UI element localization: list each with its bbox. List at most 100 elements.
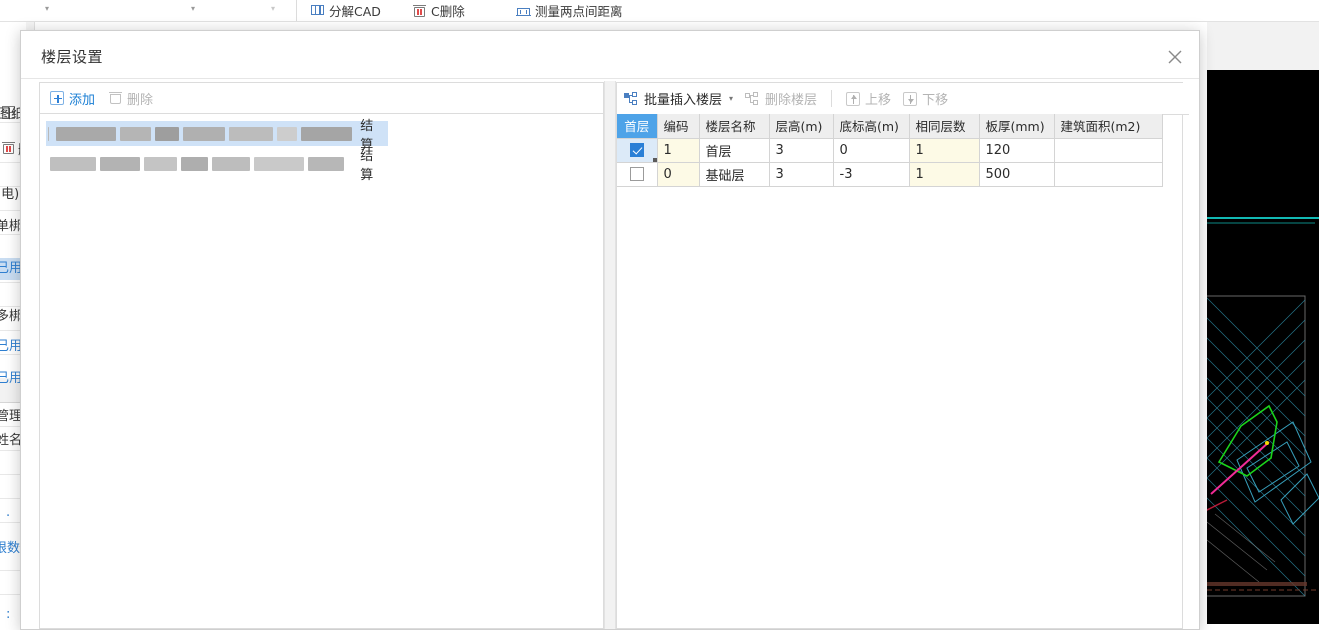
sidebar-item-8[interactable]: 管理 [0, 410, 22, 424]
sidebar-item-12[interactable]: : [6, 608, 10, 622]
redacted-block [276, 126, 298, 141]
column-header-base-elevation[interactable]: 底标高(m) [833, 114, 910, 139]
ribbon-toolbar: ▾ ▾ ▾ 分解CAD C删除 测量两点间距离 [0, 0, 1319, 22]
list-item[interactable]: 结算 [46, 149, 388, 183]
redacted-block [307, 156, 345, 171]
floor-table-toolbar: 批量插入楼层 ▾ 删除楼层 上移 下移 [617, 83, 1189, 115]
batch-insert-floor-label: 批量插入楼层 [644, 93, 723, 108]
c-delete-button[interactable]: C删除 [412, 0, 465, 21]
sidebar-item-11[interactable]: 根数 [0, 542, 20, 556]
cell-code[interactable]: 0 [657, 162, 700, 187]
chevron-down-icon[interactable]: ▾ [729, 94, 733, 103]
redacted-block [180, 156, 209, 171]
column-header-slab-thickness[interactable]: 板厚(mm) [979, 114, 1055, 139]
redacted-block [50, 156, 96, 171]
ribbon-caret-1[interactable]: ▾ [42, 4, 52, 14]
explode-cad-icon [310, 4, 325, 18]
redacted-block [55, 126, 117, 141]
explode-cad-button[interactable]: 分解CAD [310, 0, 381, 21]
redacted-block [155, 126, 180, 141]
project-list-pane: 添加 删除 结算 结算 [39, 82, 604, 629]
delete-floor-button: 删除楼层 [745, 89, 817, 108]
sidebar-item-7[interactable]: 已用 [0, 372, 22, 386]
sidebar-item-3[interactable]: 单梆 [0, 220, 22, 234]
redacted-block [99, 156, 140, 171]
column-header-floor-name[interactable]: 楼层名称 [699, 114, 770, 139]
ribbon-divider [296, 0, 297, 21]
plus-icon [50, 91, 64, 105]
selection-handle[interactable] [652, 157, 656, 161]
floor-table-container: 首层 编码 楼层名称 层高(m) 底标高(m) 相同层数 板厚(mm) 建筑面积… [617, 114, 1182, 187]
add-button[interactable]: 添加 [50, 89, 95, 108]
cell-base-elevation[interactable]: 0 [833, 138, 910, 163]
cell-floor-height[interactable]: 3 [769, 162, 834, 187]
cell-building-area[interactable] [1054, 138, 1163, 163]
measure-distance-icon [516, 4, 531, 18]
cad-viewport[interactable] [1207, 70, 1319, 624]
redacted-block [254, 156, 304, 171]
delete-icon [412, 4, 427, 18]
cell-slab-thickness[interactable]: 500 [979, 162, 1055, 187]
explode-cad-label: 分解CAD [329, 4, 381, 19]
sidebar-item-6[interactable]: 已用 [0, 340, 22, 354]
cell-slab-thickness[interactable]: 120 [979, 138, 1055, 163]
cad-drawing [1207, 70, 1319, 624]
floor-settings-dialog: 楼层设置 添加 删除 结算 结算 批量插入楼层 ▾ 删除楼层 上移 下移 首层 … [20, 30, 1200, 630]
sidebar-item-5[interactable]: 多梆 [0, 310, 22, 324]
measure-distance-label: 测量两点间距离 [535, 4, 623, 19]
project-list[interactable]: 结算 结算 [39, 114, 604, 629]
close-icon[interactable] [1161, 43, 1189, 71]
sidebar-item-2[interactable]: (电) [0, 188, 19, 202]
project-list-toolbar: 添加 删除 [39, 82, 604, 114]
sidebar-item-4[interactable]: 已用 [0, 262, 22, 276]
pane-splitter[interactable] [604, 81, 616, 629]
batch-insert-floor-button[interactable]: 批量插入楼层 ▾ [624, 89, 733, 108]
arrow-up-icon [846, 91, 861, 106]
list-item-tail: 结算 [360, 148, 374, 183]
arrow-down-icon [903, 91, 918, 106]
redacted-block [229, 126, 273, 141]
cell-building-area[interactable] [1054, 162, 1163, 187]
measure-distance-button[interactable]: 测量两点间距离 [516, 0, 623, 21]
c-delete-label: C删除 [431, 4, 465, 19]
first-floor-checkbox[interactable] [629, 143, 644, 157]
cell-same-floors[interactable]: 1 [909, 138, 980, 163]
delete-label: 删除 [127, 92, 154, 108]
cell-code[interactable]: 1 [657, 138, 700, 163]
column-header-floor-height[interactable]: 层高(m) [769, 114, 834, 139]
redacted-block [143, 156, 177, 171]
column-header-building-area[interactable]: 建筑面积(m2) [1054, 114, 1163, 139]
sidebar-item-9[interactable]: 姓名 [0, 434, 22, 448]
table-row[interactable]: 1 首层 3 0 1 120 [617, 138, 1163, 163]
ribbon-caret-3[interactable]: ▾ [268, 4, 278, 14]
move-up-label: 上移 [865, 93, 892, 108]
column-header-first-floor[interactable]: 首层 [617, 114, 658, 139]
trash-icon [109, 91, 123, 105]
redacted-block [120, 126, 152, 141]
redacted-block [183, 126, 226, 141]
table-header-row: 首层 编码 楼层名称 层高(m) 底标高(m) 相同层数 板厚(mm) 建筑面积… [617, 114, 1163, 139]
row-checkbox-cell[interactable] [617, 138, 658, 163]
column-header-same-floors[interactable]: 相同层数 [909, 114, 980, 139]
cell-same-floors[interactable]: 1 [909, 162, 980, 187]
move-down-button: 下移 [903, 89, 948, 108]
column-header-code[interactable]: 编码 [657, 114, 700, 139]
sidebar-item-10[interactable]: · [6, 510, 10, 524]
row-checkbox-cell[interactable] [617, 162, 658, 187]
list-item[interactable]: 结算 [46, 119, 388, 153]
batch-insert-floor-icon [624, 91, 639, 106]
sidebar-trash-icon [2, 142, 16, 156]
cell-floor-height[interactable]: 3 [769, 138, 834, 163]
first-floor-checkbox[interactable] [629, 167, 644, 181]
table-row[interactable]: 0 基础层 3 -3 1 500 [617, 162, 1163, 187]
redacted-block [48, 126, 49, 141]
dialog-title-divider [21, 78, 1199, 79]
cell-floor-name[interactable]: 基础层 [699, 162, 770, 187]
redacted-block [301, 126, 353, 141]
ribbon-caret-2[interactable]: ▾ [188, 4, 198, 14]
delete-floor-label: 删除楼层 [765, 93, 818, 108]
cell-base-elevation[interactable]: -3 [833, 162, 910, 187]
ribbon-separator [0, 21, 1319, 22]
delete-button: 删除 [109, 89, 153, 108]
cell-floor-name[interactable]: 首层 [699, 138, 770, 163]
